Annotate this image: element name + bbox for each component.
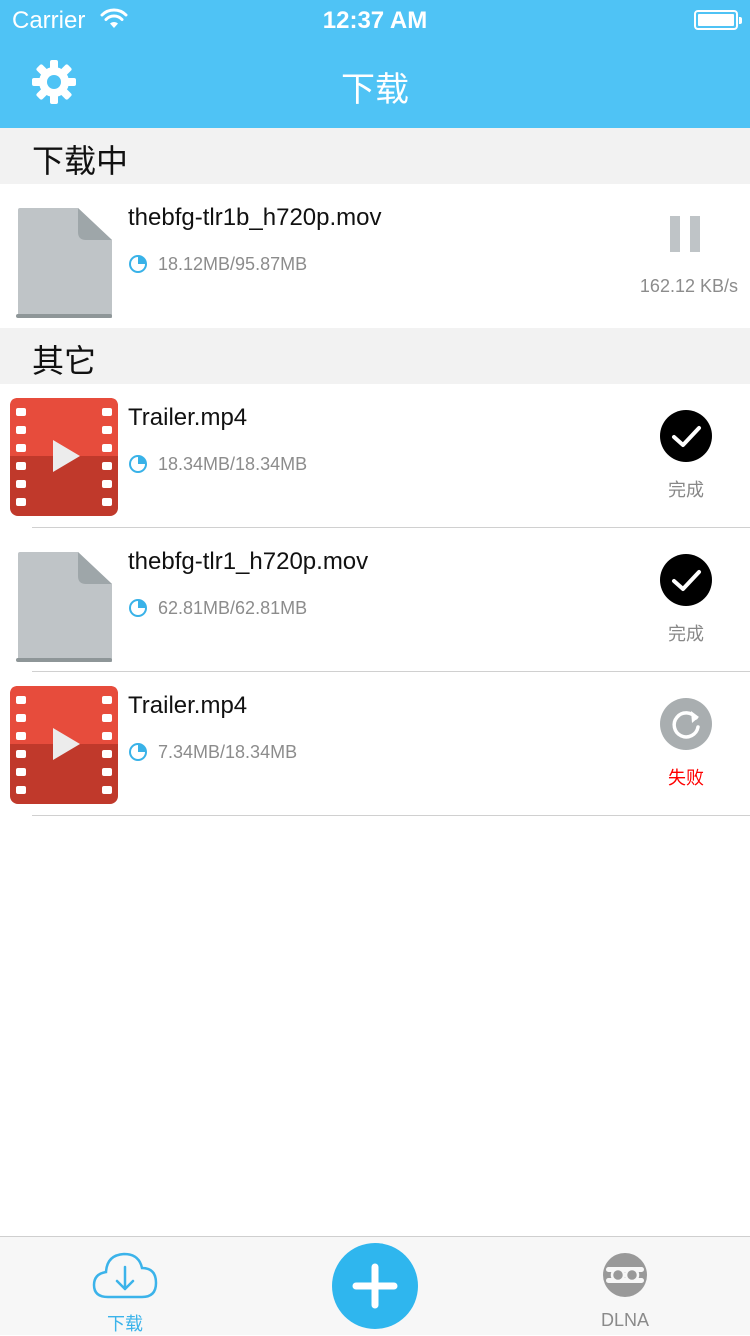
pause-icon[interactable] — [664, 212, 708, 256]
cloud-download-icon[interactable] — [90, 1247, 160, 1303]
check-icon[interactable] — [658, 408, 714, 464]
dlna-icon[interactable] — [598, 1251, 652, 1299]
list-item[interactable]: thebfg-tlr1b_h720p.mov 18.12MB/95.87MB 1… — [0, 184, 750, 328]
file-name: thebfg-tlr1b_h720p.mov — [128, 204, 382, 231]
navigation-bar: Carrier 12:37 AM 下载 — [0, 0, 750, 128]
retry-icon[interactable] — [658, 696, 714, 752]
progress-pie-icon — [129, 743, 147, 761]
file-size: 18.34MB/18.34MB — [158, 454, 308, 474]
page-title: 下载 — [341, 70, 409, 110]
tab-bar: 下载 DLNA — [0, 1236, 750, 1335]
plus-icon — [352, 1263, 398, 1309]
progress-pie-icon — [129, 255, 147, 273]
check-icon[interactable] — [658, 552, 714, 608]
section-header-others: 其它 — [0, 328, 750, 384]
video-icon — [10, 398, 118, 516]
status-bar: Carrier 12:37 AM — [0, 0, 750, 40]
row-divider — [32, 815, 750, 816]
file-size: 62.81MB/62.81MB — [158, 598, 308, 618]
status-label: 完成 — [668, 480, 704, 501]
section-title: 下载中 — [32, 142, 129, 180]
status-label: 失败 — [668, 768, 704, 789]
file-name: Trailer.mp4 — [128, 404, 248, 431]
clock: 12:37 AM — [322, 7, 428, 34]
file-name: thebfg-tlr1_h720p.mov — [128, 548, 369, 575]
progress-pie-icon — [129, 455, 147, 473]
video-icon — [10, 686, 118, 804]
section-header-downloading: 下载中 — [0, 128, 750, 184]
status-label: 完成 — [668, 624, 704, 645]
tab-download[interactable]: 下载 — [90, 1310, 160, 1336]
progress-pie-icon — [129, 599, 147, 617]
section-title: 其它 — [32, 342, 97, 380]
battery-icon — [694, 10, 742, 30]
list-item[interactable]: Trailer.mp4 18.34MB/18.34MB 完成 — [0, 384, 750, 528]
list-item[interactable]: thebfg-tlr1_h720p.mov 62.81MB/62.81MB 完成 — [0, 528, 750, 672]
tab-dlna[interactable]: DLNA — [580, 1310, 670, 1331]
download-speed: 162.12 KB/s — [639, 276, 738, 296]
file-size: 18.12MB/95.87MB — [158, 254, 308, 274]
file-size: 7.34MB/18.34MB — [158, 742, 298, 762]
file-icon — [16, 208, 112, 318]
add-button[interactable] — [332, 1243, 418, 1329]
file-icon — [16, 552, 112, 662]
list-item[interactable]: Trailer.mp4 7.34MB/18.34MB 失败 — [0, 672, 750, 816]
file-name: Trailer.mp4 — [128, 692, 248, 719]
